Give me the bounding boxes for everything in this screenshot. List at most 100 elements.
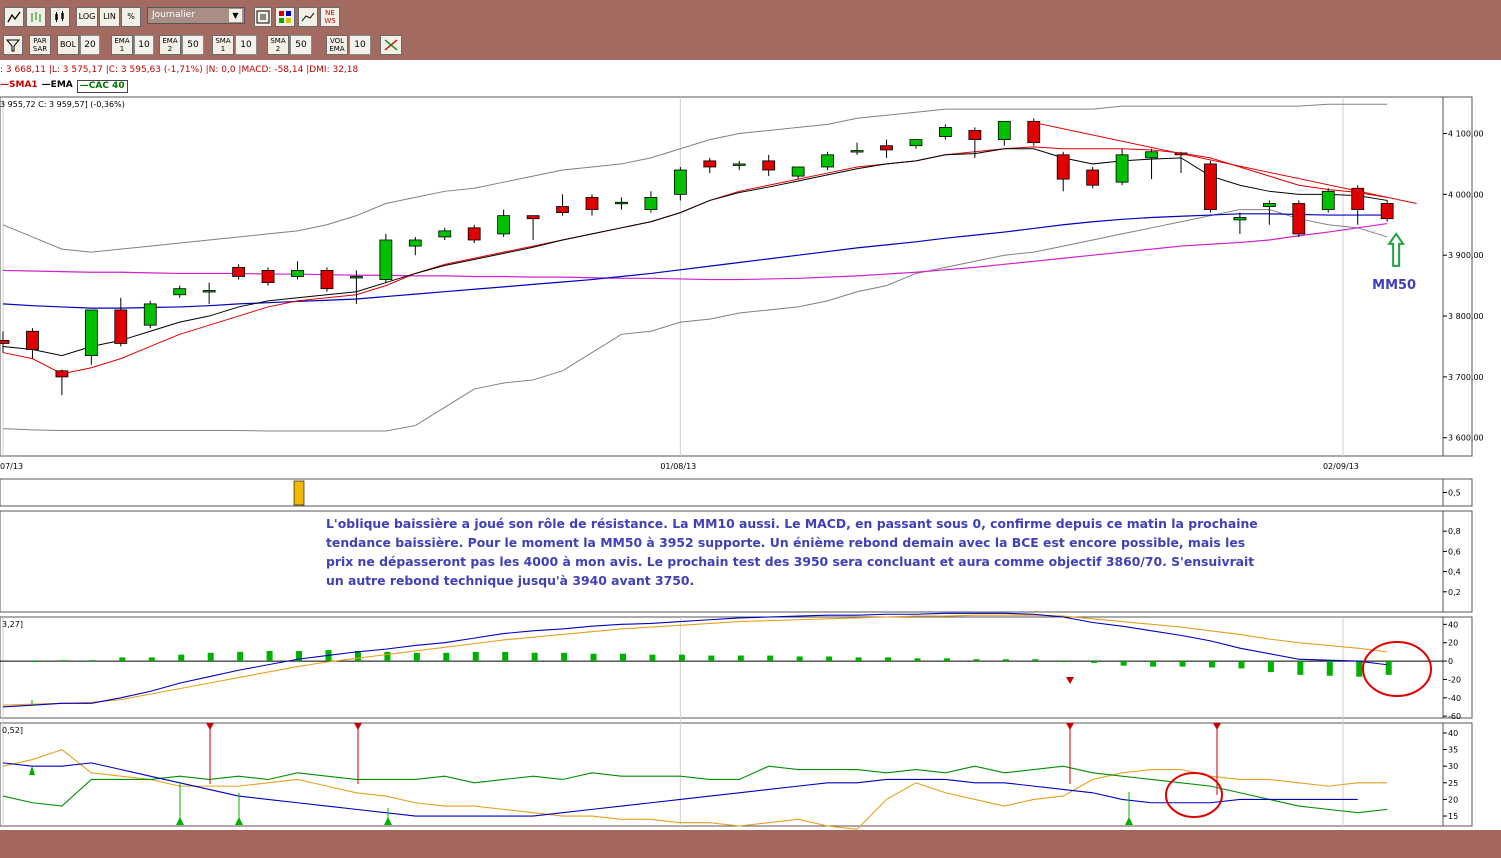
y-tick-label: 3 900,00: [1448, 251, 1484, 260]
zoom-icon[interactable]: [254, 7, 272, 27]
filter-icon[interactable]: [3, 35, 23, 55]
percent-label: %: [127, 12, 135, 21]
macd-histogram-bar: [914, 658, 921, 662]
sma2-period-value: 50: [295, 40, 307, 50]
candle-body: [1115, 154, 1129, 183]
candle-body: [732, 163, 746, 166]
y-tick-label: -40: [1448, 694, 1461, 703]
candlestick-icon[interactable]: [50, 7, 70, 27]
y-tick-label: 40: [1448, 729, 1458, 738]
candle-body: [585, 196, 599, 210]
legend-ema: —EMA: [41, 80, 73, 90]
y-tick-label: 20: [1448, 639, 1458, 648]
candle-body: [791, 166, 805, 177]
palette-icon[interactable]: [275, 7, 295, 27]
macd-histogram-bar: [737, 655, 744, 662]
chevron-down-icon[interactable]: ▼: [229, 9, 242, 22]
axis-box-dmi: [1442, 722, 1473, 827]
candle-body: [615, 201, 628, 205]
y-tick-label: 3 600,00: [1448, 434, 1484, 443]
ema1-period-field[interactable]: 10: [134, 35, 154, 55]
candle-body: [909, 139, 923, 147]
ema1-label: EMA 1: [114, 37, 130, 53]
macd-histogram-bar: [1326, 661, 1333, 676]
sma1-label: SMA 1: [215, 37, 231, 53]
log-button[interactable]: LOG: [76, 7, 98, 27]
sma1-button[interactable]: SMA 1: [212, 35, 234, 55]
news-button[interactable]: NE WS: [320, 7, 340, 27]
macd-histogram-bar: [119, 657, 126, 662]
candle-body: [1321, 190, 1335, 210]
volema-period-field[interactable]: 10: [349, 35, 371, 55]
y-tick-label: 3 800,00: [1448, 312, 1484, 321]
macd-histogram-bar: [148, 657, 155, 662]
candle-body: [320, 270, 334, 290]
panel-border-vol: [0, 478, 1444, 507]
candle-body: [467, 227, 481, 241]
ema2-button[interactable]: EMA 2: [159, 35, 181, 55]
candle-body: [438, 230, 452, 238]
macd-histogram-bar: [237, 651, 244, 662]
macd-histogram-bar: [266, 650, 273, 662]
macd-histogram-bar: [561, 652, 568, 662]
candle-body: [84, 309, 98, 357]
legend-cac-label: CAC 40: [88, 81, 125, 91]
parsar-button[interactable]: PAR SAR: [29, 35, 51, 55]
bar-chart-icon[interactable]: [26, 7, 46, 27]
sma2-button[interactable]: SMA 2: [267, 35, 289, 55]
candle-body: [1204, 163, 1217, 210]
bol-button[interactable]: BOL: [57, 35, 79, 55]
candle-body: [703, 160, 717, 168]
dmi-buy-marker: [384, 817, 392, 825]
resistance-trendline: [1033, 122, 1417, 204]
dmi-sell-marker: [1213, 723, 1221, 730]
draw-trendline-icon[interactable]: [380, 35, 402, 55]
y-tick-label: 3 700,00: [1448, 373, 1484, 382]
candle-body: [379, 239, 393, 280]
macd-buy-marker: [29, 766, 35, 775]
macd-histogram-bar: [767, 655, 774, 662]
line-chart-icon[interactable]: [4, 7, 24, 27]
candle-body: [556, 206, 569, 214]
ema2-label: EMA 2: [162, 37, 178, 53]
series-legend: —SMA1 —EMA —CAC 40: [0, 80, 128, 93]
macd-histogram-bar: [384, 651, 391, 662]
cac-quote: 3 955,72 C: 3 959,57] (-0,36%): [0, 100, 125, 109]
candle-body: [349, 276, 363, 279]
y-tick-label: 0,6: [1448, 547, 1461, 556]
volema-button[interactable]: VOL EMA: [326, 35, 348, 55]
candle-body: [644, 196, 658, 210]
sma1-period-value: 10: [240, 40, 252, 50]
bol-period-field[interactable]: 20: [80, 35, 100, 55]
dmi-sell-marker: [206, 723, 214, 730]
percent-button[interactable]: %: [121, 7, 141, 27]
y-tick-label: 4 000,00: [1448, 190, 1484, 199]
candle-body: [880, 145, 893, 151]
legend-sma1: —SMA1: [0, 80, 38, 90]
macd-histogram-bar: [1061, 661, 1068, 663]
y-tick-label: 25: [1448, 779, 1458, 788]
macd-histogram-bar: [1091, 661, 1098, 663]
period-dropdown[interactable]: Journalier ▼: [147, 7, 245, 24]
y-tick-label: 20: [1448, 795, 1458, 804]
footer-bar: [0, 830, 1501, 858]
news-label: NE WS: [324, 9, 336, 25]
ema2-period-field[interactable]: 50: [182, 35, 204, 55]
ohlc-status: : 3 668,11 |L: 3 575,17 |C: 3 595,63 (-1…: [0, 65, 359, 75]
candle-body: [202, 290, 216, 293]
lin-button[interactable]: LIN: [99, 7, 120, 27]
compare-chart-icon[interactable]: [298, 7, 318, 27]
sma2-period-field[interactable]: 50: [290, 35, 312, 55]
sma1-period-field[interactable]: 10: [235, 35, 257, 55]
candle-body: [173, 288, 187, 296]
sma1-line: [2, 146, 1388, 375]
candle-body: [26, 330, 39, 350]
legend-ema-label: EMA: [50, 80, 73, 90]
candle-body: [408, 239, 422, 247]
mm50-annotation: MM50: [1372, 278, 1416, 293]
macd-histogram-bar: [443, 652, 450, 662]
chart-canvas[interactable]: 3 600,00 3 700,00 3 800,00 3 900,00 4 000,00…: [0, 60, 1501, 830]
sma2-label: SMA 2: [270, 37, 286, 53]
macd-histogram-bar: [89, 660, 96, 662]
ema1-button[interactable]: EMA 1: [111, 35, 133, 55]
